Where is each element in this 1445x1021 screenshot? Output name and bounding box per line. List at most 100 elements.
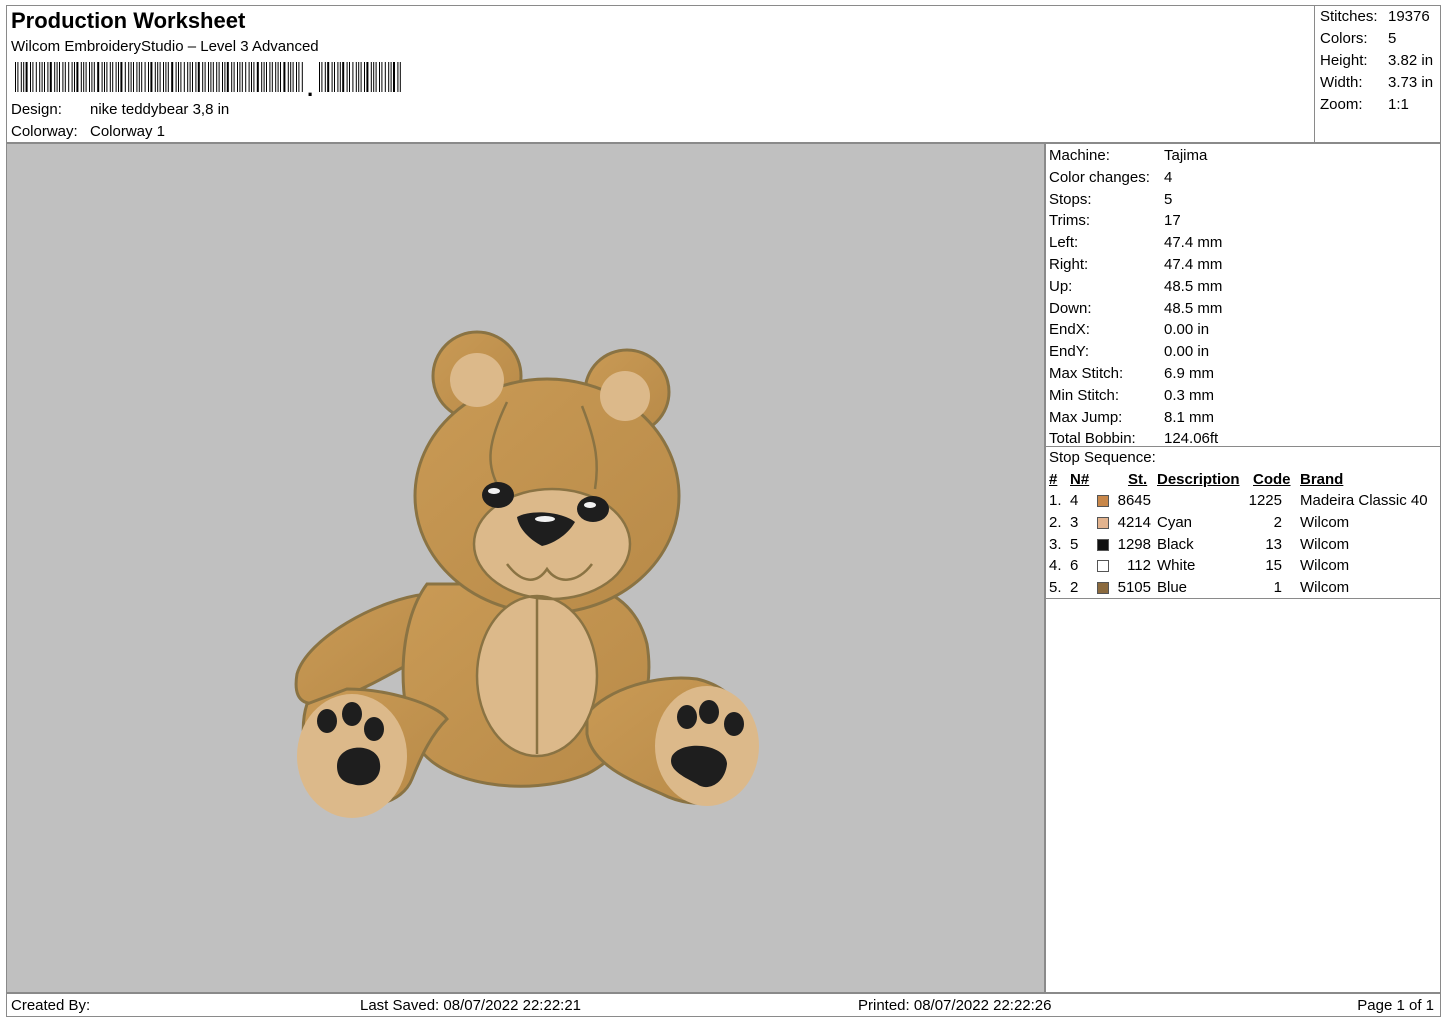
barcode-bar	[136, 62, 138, 92]
thread-brand: Wilcom	[1300, 513, 1350, 531]
machine-info-value: 6.9 mm	[1164, 365, 1215, 382]
barcode-bar	[93, 62, 95, 92]
barcode-bar	[216, 62, 218, 92]
last-saved: Last Saved: 08/07/2022 22:22:21	[360, 997, 582, 1014]
barcode-bar	[35, 62, 37, 92]
barcode-bar	[226, 62, 229, 92]
barcode-bar	[83, 62, 85, 92]
barcode-bar	[399, 62, 401, 92]
barcode-bar	[138, 62, 140, 92]
barcode-bar	[237, 62, 238, 92]
barcode-bar	[91, 62, 93, 92]
color-description: White	[1157, 557, 1196, 575]
machine-info-label: Left:	[1049, 234, 1079, 252]
barcode-bar	[171, 62, 174, 92]
stat-value: 3.82 in	[1388, 52, 1434, 69]
stitch-count: 4214	[1117, 513, 1151, 531]
barcode-bar	[62, 62, 64, 92]
stop-index: 4.	[1049, 557, 1062, 575]
machine-info-label: Min Stitch:	[1049, 386, 1120, 404]
machine-info-value: 8.1 mm	[1164, 408, 1215, 426]
barcode-bar	[183, 62, 185, 92]
barcode-bar	[106, 62, 108, 92]
colorway-label: Colorway:	[11, 123, 78, 140]
barcode-bar	[370, 62, 372, 92]
barcode-bar	[358, 62, 360, 92]
page-number: Page 1 of 1	[1357, 997, 1434, 1014]
machine-info-value: 0.00 in	[1164, 343, 1210, 361]
barcode-bar	[64, 62, 66, 92]
barcode-bar	[85, 62, 87, 92]
barcode-bar	[89, 62, 90, 92]
barcode-bar	[154, 62, 156, 92]
barcode-bar	[124, 62, 126, 92]
machine-info-row: Total Bobbin: 124.06ft	[1049, 430, 1218, 447]
barcode-bar	[239, 62, 241, 92]
barcode-bar	[327, 62, 330, 92]
stop-index: 1.	[1049, 492, 1062, 509]
col-st: St.	[1128, 471, 1148, 488]
barcode-bar	[349, 62, 350, 92]
col-brand: Brand	[1300, 471, 1344, 488]
needle-number: 6	[1070, 557, 1079, 575]
barcode-bar	[189, 62, 191, 92]
barcode-bar	[148, 62, 149, 92]
stitch-count: 5105	[1117, 579, 1151, 597]
barcode-bar	[144, 62, 146, 92]
machine-info-row: Stops: 5	[1049, 191, 1172, 208]
worksheet-title: Production Worksheet	[11, 8, 246, 33]
needle-number: 5	[1070, 535, 1079, 553]
barcode-bar	[224, 62, 226, 92]
barcode-bar	[157, 62, 159, 92]
barcode-bar	[253, 62, 255, 92]
barcode-bar	[342, 62, 345, 92]
teddy-bear-embroidery	[294, 330, 759, 818]
stat-value: 3.73 in	[1388, 74, 1434, 91]
barcode-bar	[80, 62, 82, 92]
machine-info-label: Max Stitch:	[1049, 365, 1124, 382]
needle-number: 4	[1070, 492, 1079, 509]
stat-height: Height: 3.82 in	[1320, 52, 1433, 69]
design-row: Design: nike teddybear 3,8 in	[11, 101, 229, 118]
barcode-bar	[364, 62, 365, 92]
machine-info-label: Up:	[1049, 277, 1073, 295]
barcode-bar	[263, 62, 265, 92]
stat-label: Colors:	[1320, 30, 1368, 47]
colorway-row: Colorway: Colorway 1	[11, 123, 165, 140]
machine-info-label: Max Jump:	[1049, 408, 1123, 426]
barcode-bar	[256, 62, 259, 92]
barcode-bar	[68, 62, 70, 92]
barcode-bar	[187, 62, 189, 92]
thread-code: 2	[1273, 513, 1282, 531]
barcode-bar	[59, 62, 60, 92]
machine-info-label: Trims:	[1049, 212, 1091, 230]
machine-info-value: 0.3 mm	[1164, 386, 1215, 404]
design-value: nike teddybear 3,8 in	[90, 101, 230, 118]
thread-brand: Wilcom	[1300, 579, 1350, 597]
machine-info-row: Color changes: 4	[1049, 169, 1172, 186]
stop-sequence-title: Stop Sequence:	[1049, 449, 1156, 466]
bear-left-eye	[482, 482, 514, 508]
barcode-bar	[208, 62, 209, 92]
machine-info-value: Tajima	[1164, 147, 1208, 164]
stitch-count: 112	[1127, 557, 1151, 575]
barcode-bar	[76, 62, 79, 92]
barcode-bar	[337, 62, 339, 92]
thread-brand: Wilcom	[1300, 535, 1350, 553]
barcode-bar	[17, 62, 19, 92]
barcode-bar	[44, 62, 45, 92]
barcode-bar	[339, 62, 341, 92]
machine-info-label: Color changes:	[1049, 168, 1150, 186]
stat-label: Width:	[1320, 74, 1363, 91]
needle-number: 3	[1070, 513, 1079, 531]
design-label: Design:	[11, 101, 62, 118]
barcode-bar	[277, 62, 279, 92]
machine-info-label: Down:	[1049, 299, 1092, 317]
barcode-bar	[271, 62, 273, 92]
stop-index: 3.	[1049, 535, 1062, 553]
barcode-bar	[218, 62, 220, 92]
barcode-bar	[30, 62, 31, 92]
barcode-bar	[222, 62, 223, 92]
machine-info-label: Total Bobbin:	[1049, 430, 1136, 448]
barcode-bar	[334, 62, 335, 92]
